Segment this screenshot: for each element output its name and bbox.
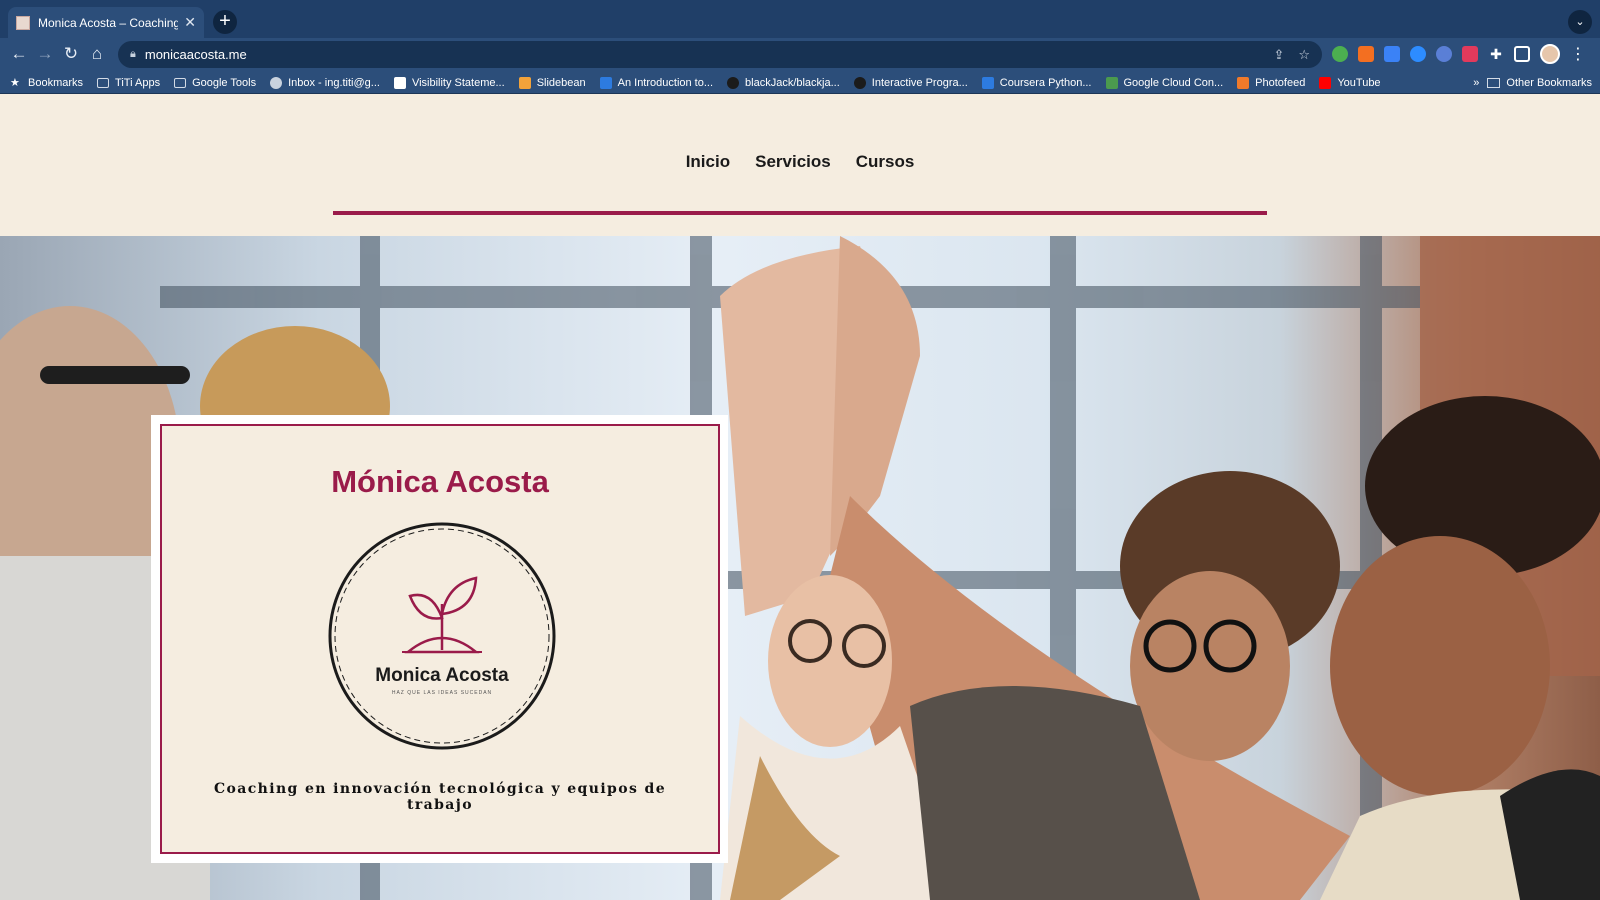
browser-tab[interactable]: Monica Acosta – Coaching ✕ (8, 7, 204, 38)
nav-divider (333, 211, 1267, 215)
extension-icon[interactable] (1436, 46, 1452, 62)
back-arrow-icon[interactable]: ← (8, 43, 30, 65)
tab-close-icon[interactable]: ✕ (184, 14, 196, 31)
bookmark-item[interactable]: Inbox - ing.titi@g... (270, 76, 380, 89)
bookmark-label: Google Tools (192, 76, 257, 89)
extension-icon[interactable] (1332, 46, 1348, 62)
site-header: Inicio Servicios Cursos (0, 94, 1600, 236)
main-nav: Inicio Servicios Cursos (0, 152, 1600, 172)
photofeed-icon (1237, 76, 1250, 89)
tab-title: Monica Acosta – Coaching (38, 15, 179, 30)
bookmark-label: Slidebean (536, 76, 586, 89)
bookmark-label: An Introduction to... (617, 76, 714, 89)
folder-icon (97, 77, 110, 88)
extension-icon[interactable] (1410, 46, 1426, 62)
logo-slogan: HAZ QUE LAS IDEAS SUCEDAN (392, 690, 492, 696)
c-icon (599, 76, 612, 89)
new-tab-button[interactable]: + (213, 10, 237, 34)
bookmark-label: Visibility Stateme... (411, 76, 505, 89)
bookmark-item[interactable]: Slidebean (518, 76, 586, 89)
star-icon: ★ (10, 76, 20, 89)
nav-servicios[interactable]: Servicios (755, 152, 831, 172)
google-cloud-icon (1105, 76, 1118, 89)
brand-logo: Monica Acosta HAZ QUE LAS IDEAS SUCEDAN (328, 522, 556, 750)
nav-inicio[interactable]: Inicio (686, 152, 730, 172)
youtube-icon (1319, 76, 1332, 89)
folder-icon (1487, 77, 1501, 88)
sidepanel-icon[interactable] (1514, 46, 1530, 62)
other-bookmarks-label: Other Bookmarks (1506, 76, 1592, 89)
extension-icon[interactable] (1358, 46, 1374, 62)
extension-icon[interactable] (1384, 46, 1400, 62)
profile-avatar[interactable] (1540, 44, 1560, 64)
bookmark-label: Photofeed (1255, 76, 1306, 89)
coursera-icon (981, 76, 994, 89)
nav-cursos[interactable]: Cursos (856, 152, 915, 172)
bookmark-item[interactable]: YouTube (1319, 76, 1381, 89)
hero-card: Mónica Acosta Monica Acosta HAZ QUE LAS … (160, 424, 720, 854)
bookmark-item[interactable]: An Introduction to... (599, 76, 714, 89)
bookmark-item[interactable]: Visibility Stateme... (393, 76, 505, 89)
menu-kebab-icon[interactable]: ⋮ (1570, 44, 1586, 64)
other-bookmarks[interactable]: Other Bookmarks (1487, 77, 1592, 89)
bookmark-item[interactable]: blackJack/blackja... (727, 76, 840, 89)
bookmark-item[interactable]: TiTi Apps (97, 77, 160, 89)
browser-tab-strip: Monica Acosta – Coaching ✕ + ⌄ (0, 0, 1600, 38)
bookmark-item[interactable]: ★ Bookmarks (10, 77, 83, 89)
bookmark-label: Interactive Progra... (871, 76, 968, 89)
bookmark-label: Google Cloud Con... (1123, 76, 1224, 89)
globe-icon (270, 76, 283, 89)
share-icon[interactable]: ⇪ (1273, 47, 1284, 63)
bookmark-label: Bookmarks (28, 76, 84, 89)
bookmark-label: Coursera Python... (999, 76, 1092, 89)
bookmark-label: TiTi Apps (115, 76, 161, 89)
github-icon (727, 76, 740, 89)
y-icon (393, 76, 406, 89)
hero-title: Mónica Acosta (331, 464, 549, 499)
bookmark-item[interactable]: Photofeed (1237, 76, 1306, 89)
forward-arrow-icon[interactable]: → (34, 43, 56, 65)
bookmark-label: YouTube (1337, 76, 1381, 89)
address-url: monicaacosta.me (144, 47, 247, 62)
folder-icon (174, 77, 187, 88)
bookmarks-bar: ★ Bookmarks TiTi Apps Google Tools Inbox - i… (0, 72, 1600, 94)
hero-tagline: Coaching en innovación tecnológica y equ… (213, 781, 667, 813)
bookmark-item[interactable]: Coursera Python... (981, 76, 1092, 89)
tab-search-button[interactable]: ⌄ (1568, 10, 1592, 34)
logo-name: Monica Acosta (375, 665, 509, 686)
browser-toolbar: ← → ↻ ⌂ 🔒︎ monicaacosta.me ⇪ ☆ ✚ ⋮ (0, 38, 1600, 72)
address-bar[interactable]: 🔒︎ monicaacosta.me ⇪ ☆ (118, 41, 1322, 68)
puzzle-icon[interactable]: ✚ (1488, 46, 1504, 62)
github-icon (853, 76, 866, 89)
bookmark-item[interactable]: Google Tools (174, 77, 256, 89)
lock-icon: 🔒︎ (130, 48, 136, 60)
extension-icon[interactable] (1462, 46, 1478, 62)
favicon-icon (16, 15, 30, 30)
bookmark-item[interactable]: Google Cloud Con... (1105, 76, 1224, 89)
extensions-area: ✚ ⋮ (1332, 44, 1586, 64)
home-icon[interactable]: ⌂ (86, 43, 108, 65)
bookmark-label: Inbox - ing.titi@g... (288, 76, 380, 89)
bookmark-item[interactable]: Interactive Progra... (853, 76, 968, 89)
bookmarks-overflow-icon[interactable]: » (1473, 77, 1479, 89)
bookmark-label: blackJack/blackja... (745, 76, 840, 89)
bookmark-star-icon[interactable]: ☆ (1298, 47, 1310, 63)
reload-icon[interactable]: ↻ (60, 43, 82, 65)
slidebean-icon (518, 76, 531, 89)
